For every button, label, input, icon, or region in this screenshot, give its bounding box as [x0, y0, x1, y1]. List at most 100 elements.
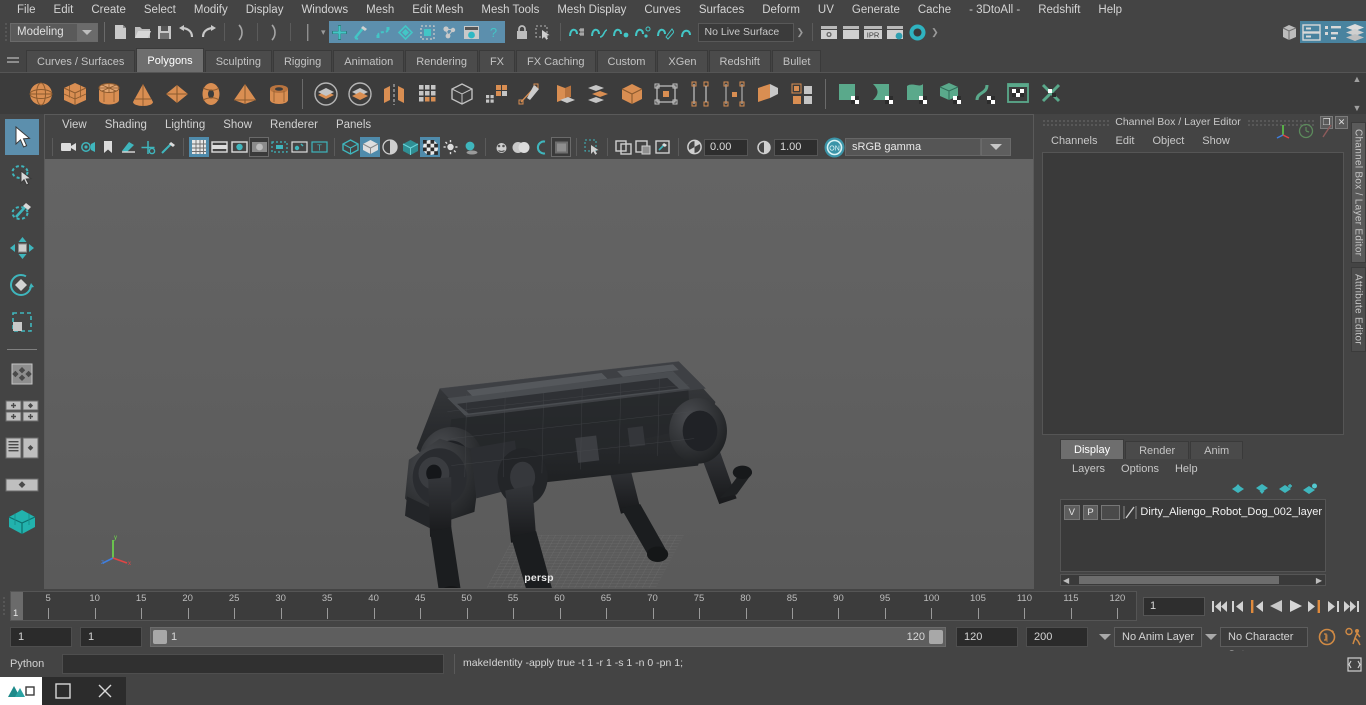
range-end-field[interactable]: 120	[956, 627, 1018, 647]
play-backwards-icon[interactable]	[1267, 598, 1284, 614]
range-handle-left[interactable]	[153, 630, 167, 644]
menu-create[interactable]: Create	[82, 0, 135, 20]
select-by-component-icon[interactable]	[296, 21, 318, 43]
animation-preferences-icon[interactable]	[1344, 627, 1366, 647]
shelf-tab-redshift[interactable]: Redshift	[708, 50, 771, 72]
close-icon[interactable]: ✕	[1335, 115, 1348, 129]
render-shelf-icon[interactable]	[460, 21, 483, 43]
menu-uv[interactable]: UV	[809, 0, 843, 20]
persp-graph-layout-icon[interactable]	[5, 467, 39, 503]
menu-windows[interactable]: Windows	[292, 0, 357, 20]
poly-wedge-icon[interactable]	[751, 76, 785, 112]
menu-surfaces[interactable]: Surfaces	[690, 0, 753, 20]
chevron-down-icon[interactable]	[77, 23, 97, 41]
scroll-left-icon[interactable]: ◀	[1061, 576, 1071, 585]
lock-selection-icon[interactable]	[511, 21, 533, 43]
lasso-select-tool-icon[interactable]	[5, 156, 39, 192]
symmetry-icon[interactable]	[416, 21, 439, 43]
axis-gizmo-icon[interactable]	[1275, 122, 1292, 139]
scroll-right-icon[interactable]: ▶	[1313, 576, 1325, 585]
shelf-tab-custom[interactable]: Custom	[596, 50, 657, 72]
time-slider[interactable]: 1 5 10 15 20 25 30 35 40 45 50 55 60 65 70 75 80 85 90 95 1…	[10, 591, 1137, 621]
undo-icon[interactable]	[175, 21, 197, 43]
viewport-menu-show[interactable]: Show	[214, 119, 261, 131]
new-layer-icon[interactable]	[1278, 483, 1294, 495]
poly-boolean-difference-icon[interactable]	[343, 76, 377, 112]
panel-drag-handle-left[interactable]	[1042, 118, 1110, 126]
menu-mesh-tools[interactable]: Mesh Tools	[472, 0, 548, 20]
poly-cylinder-icon[interactable]	[92, 76, 126, 112]
motion-blur-icon[interactable]	[511, 137, 531, 157]
poly-sphere-icon[interactable]	[24, 76, 58, 112]
redo-icon[interactable]	[197, 21, 219, 43]
uv-unfold-icon[interactable]	[968, 76, 1002, 112]
menu-cache[interactable]: Cache	[909, 0, 960, 20]
current-time-indicator[interactable]: 1	[11, 592, 23, 620]
auto-keyframe-icon[interactable]: |	[1316, 627, 1338, 647]
screen-space-ao-icon[interactable]	[491, 137, 511, 157]
poly-target-weld-icon[interactable]	[717, 76, 751, 112]
character-set-dropdown-icon[interactable]	[1202, 634, 1220, 640]
scale-tool-icon[interactable]	[5, 304, 39, 340]
move-tool-icon[interactable]	[5, 230, 39, 266]
menu-redshift[interactable]: Redshift	[1029, 0, 1089, 20]
uv-cylinder-icon[interactable]	[866, 76, 900, 112]
layer-list-scrollbar[interactable]: ◀ ▶	[1060, 574, 1326, 586]
rotate-tool-icon[interactable]	[5, 267, 39, 303]
step-back-key-icon[interactable]	[1248, 599, 1264, 614]
poly-multicut-icon[interactable]	[683, 76, 717, 112]
hypershade-layout-icon[interactable]	[5, 504, 39, 540]
list-item[interactable]: V P Dirty_Aliengo_Robot_Dog_002_layer	[1064, 503, 1322, 521]
current-frame-field[interactable]: 1	[1143, 596, 1205, 616]
isolate-select-icon[interactable]	[582, 137, 602, 157]
menu-deform[interactable]: Deform	[753, 0, 809, 20]
depth-of-field-icon[interactable]	[551, 137, 571, 157]
shelf-tab-rigging[interactable]: Rigging	[272, 50, 333, 72]
use-all-lights-icon[interactable]	[440, 137, 460, 157]
layer-name[interactable]: Dirty_Aliengo_Robot_Dog_002_layer	[1140, 506, 1322, 518]
live-surface-field[interactable]: No Live Surface	[697, 22, 794, 42]
layer-list[interactable]: V P Dirty_Aliengo_Robot_Dog_002_layer	[1060, 499, 1326, 572]
task-view-icon[interactable]	[42, 677, 84, 705]
shelf-handle[interactable]	[0, 44, 26, 72]
vtab-attribute-editor[interactable]: Attribute Editor	[1350, 267, 1366, 353]
menu-set-selector[interactable]: Modeling	[10, 22, 98, 42]
step-back-frame-icon[interactable]	[1231, 599, 1245, 614]
resolution-gate-icon[interactable]	[229, 137, 249, 157]
camera-attributes-icon[interactable]	[78, 137, 98, 157]
safe-title-icon[interactable]: T	[309, 137, 329, 157]
grid-icon[interactable]	[189, 137, 209, 157]
poly-torus-icon[interactable]	[194, 76, 228, 112]
show-hide-editors-icon[interactable]	[1278, 21, 1300, 43]
menu-edit-mesh[interactable]: Edit Mesh	[403, 0, 472, 20]
layer-color-swatch-icon[interactable]	[1123, 505, 1137, 520]
render-current-frame-icon[interactable]	[818, 21, 840, 43]
poly-plane-icon[interactable]	[160, 76, 194, 112]
menu-modify[interactable]: Modify	[185, 0, 237, 20]
film-gate-icon[interactable]	[209, 137, 229, 157]
uv-cut-sew-icon[interactable]	[1036, 76, 1070, 112]
shelf-tab-sculpting[interactable]: Sculpting	[204, 50, 272, 72]
menu-help[interactable]: Help	[1089, 0, 1131, 20]
menu-select[interactable]: Select	[135, 0, 185, 20]
maya-app-icon[interactable]	[0, 677, 42, 705]
channel-box-menu-object[interactable]: Object	[1143, 135, 1193, 147]
paint-select-tool-icon[interactable]	[5, 193, 39, 229]
live-surface-expand-icon[interactable]: ❯	[794, 27, 808, 38]
last-tool-icon[interactable]	[5, 356, 39, 392]
select-tool-icon[interactable]	[5, 119, 39, 155]
menu-mesh-display[interactable]: Mesh Display	[548, 0, 635, 20]
snap-to-projected-center-icon[interactable]	[632, 21, 654, 43]
color-management-on-icon[interactable]: ON	[824, 137, 845, 157]
viewport-menu-panels[interactable]: Panels	[327, 119, 380, 131]
anim-layer-field[interactable]: No Anim Layer	[1114, 627, 1202, 647]
help-icon[interactable]: ?	[482, 21, 505, 43]
menu-edit[interactable]: Edit	[45, 0, 83, 20]
ipr-render-icon[interactable]: IPR	[862, 21, 884, 43]
channel-box-menu-show[interactable]: Show	[1193, 135, 1239, 147]
outliner-icon[interactable]	[1322, 21, 1344, 43]
gate-mask-icon[interactable]	[249, 137, 269, 157]
poly-create-tool-icon[interactable]	[513, 76, 547, 112]
shelf-scroll-down-icon[interactable]: ▼	[1353, 104, 1362, 113]
go-to-start-icon[interactable]	[1211, 599, 1228, 614]
